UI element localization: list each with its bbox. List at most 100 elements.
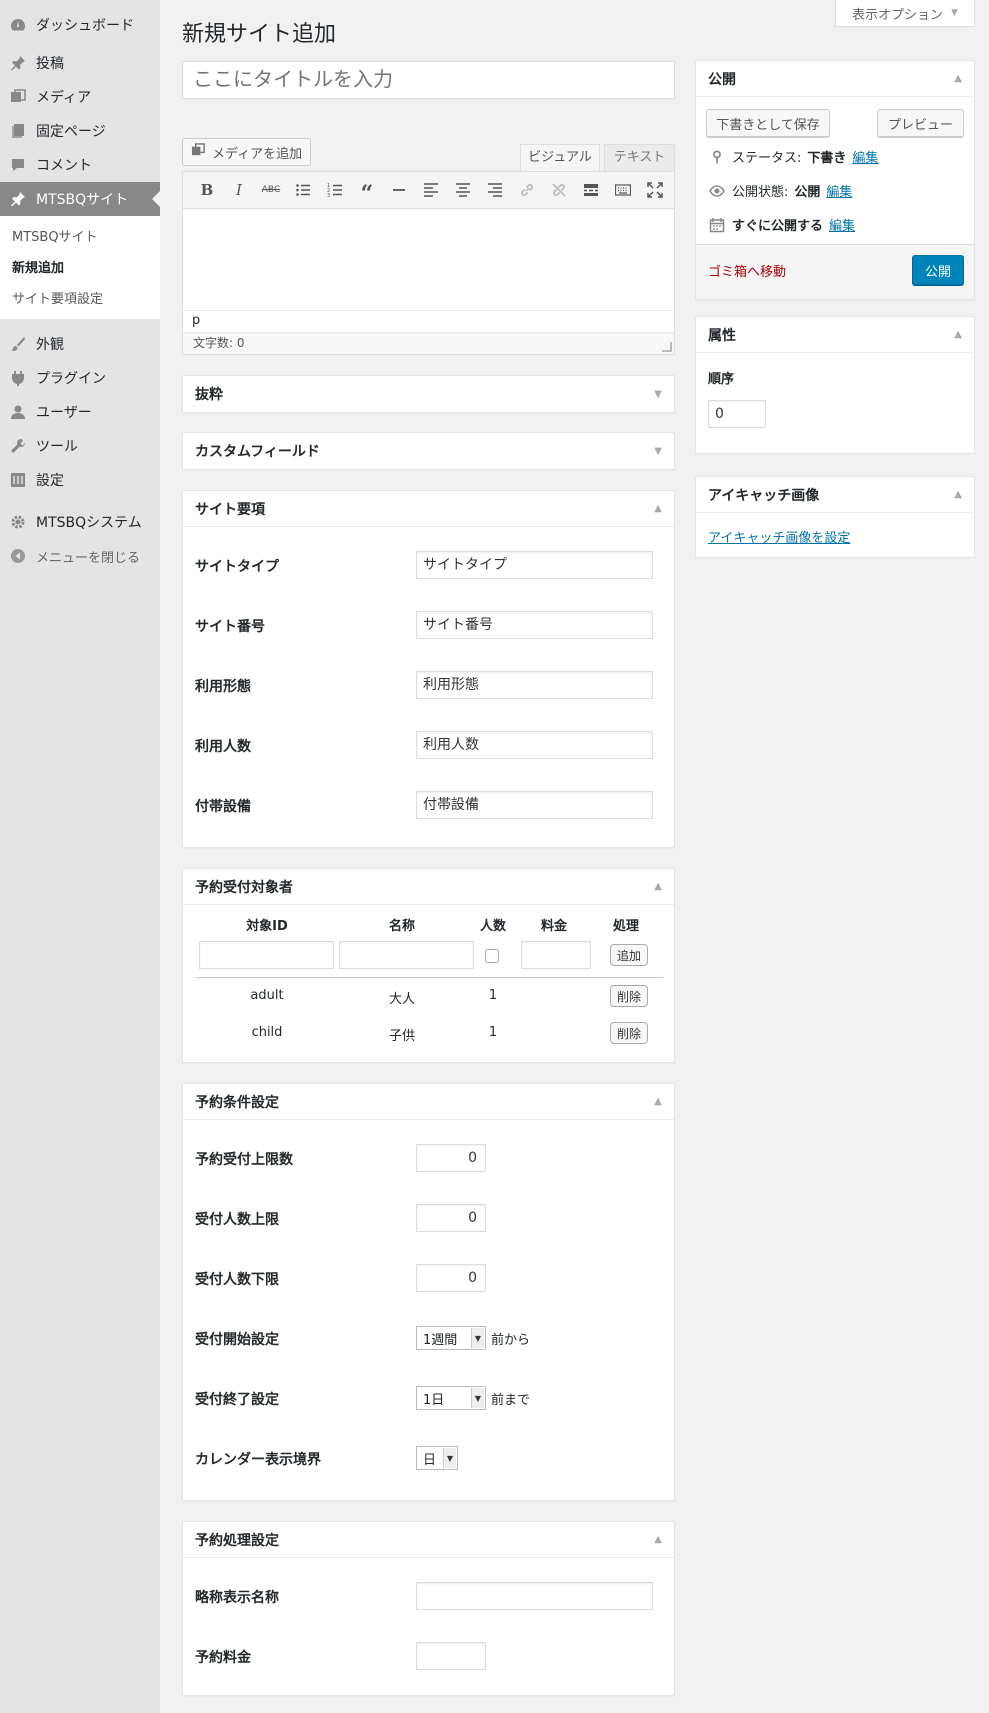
- caret-up-icon[interactable]: ▲: [654, 1534, 662, 1545]
- reservation-processing-header[interactable]: 予約処理設定 ▲: [183, 1522, 674, 1558]
- resize-handle-icon[interactable]: [662, 342, 672, 352]
- menu-item-posts[interactable]: 投稿: [0, 46, 160, 80]
- new-target-id-input[interactable]: [199, 941, 334, 969]
- collapse-menu-button[interactable]: メニューを閉じる: [0, 539, 160, 573]
- caret-up-icon[interactable]: ▲: [654, 881, 662, 892]
- bullet-list-icon[interactable]: [287, 175, 319, 205]
- user-count-input[interactable]: 利用人数: [416, 731, 653, 759]
- site-number-input[interactable]: サイト番号: [416, 611, 653, 639]
- add-target-button[interactable]: 追加: [610, 944, 648, 966]
- numbered-list-icon[interactable]: 123: [319, 175, 351, 205]
- delete-target-button[interactable]: 削除: [610, 1022, 648, 1044]
- strikethrough-icon[interactable]: ABC: [255, 175, 287, 205]
- menu-item-appearance[interactable]: 外観: [0, 327, 160, 361]
- set-featured-image-link[interactable]: アイキャッチ画像を設定: [708, 527, 850, 546]
- edit-visibility-link[interactable]: 編集: [826, 181, 852, 200]
- menu-item-pages[interactable]: 固定ページ: [0, 114, 160, 148]
- new-target-name-input[interactable]: [339, 941, 474, 969]
- caret-up-icon[interactable]: ▲: [654, 1096, 662, 1107]
- reservation-fee-input[interactable]: [416, 1642, 486, 1670]
- align-center-icon[interactable]: [447, 175, 479, 205]
- caret-up-icon[interactable]: ▲: [954, 329, 962, 340]
- menu-item-plugins[interactable]: プラグイン: [0, 361, 160, 395]
- collapse-icon: [8, 546, 28, 566]
- end-period-select[interactable]: 1日 ▼: [416, 1386, 486, 1410]
- align-right-icon[interactable]: [479, 175, 511, 205]
- caret-up-icon[interactable]: ▲: [954, 73, 962, 84]
- submenu-item-add-new[interactable]: 新規追加: [0, 251, 160, 282]
- menu-item-tools[interactable]: ツール: [0, 429, 160, 463]
- screen-options-label: 表示オプション: [852, 7, 944, 23]
- submenu-item-all[interactable]: MTSBQサイト: [0, 220, 160, 251]
- tab-visual[interactable]: ビジュアル: [520, 144, 600, 171]
- bold-icon[interactable]: B: [191, 175, 223, 205]
- reservation-conditions-header[interactable]: 予約条件設定 ▲: [183, 1084, 674, 1120]
- submenu-item-site-settings[interactable]: サイト要項設定: [0, 282, 160, 313]
- align-left-icon[interactable]: [415, 175, 447, 205]
- facilities-input[interactable]: 付帯設備: [416, 791, 653, 819]
- italic-icon[interactable]: I: [223, 175, 255, 205]
- keyboard-icon[interactable]: [607, 175, 639, 205]
- min-people-input[interactable]: 0: [416, 1264, 486, 1292]
- wrench-icon: [8, 436, 28, 456]
- tab-text[interactable]: テキスト: [604, 144, 675, 171]
- new-target-fee-input[interactable]: [521, 941, 591, 969]
- settings-icon: [8, 470, 28, 490]
- menu-label: 設定: [36, 473, 64, 489]
- read-more-icon[interactable]: [575, 175, 607, 205]
- attributes-title: 属性: [708, 327, 736, 344]
- preview-button[interactable]: プレビュー: [877, 109, 964, 137]
- pin-icon: [8, 189, 28, 209]
- excerpt-header[interactable]: 抜粋 ▼: [183, 376, 674, 412]
- order-label: 順序: [708, 372, 735, 387]
- edit-schedule-link[interactable]: 編集: [829, 215, 855, 234]
- move-to-trash-link[interactable]: ゴミ箱へ移動: [708, 261, 786, 280]
- usage-type-input[interactable]: 利用形態: [416, 671, 653, 699]
- user-icon: [8, 402, 28, 422]
- edit-status-link[interactable]: 編集: [852, 147, 878, 166]
- target-count-cell: 1: [488, 988, 498, 1003]
- max-reservations-input[interactable]: 0: [416, 1144, 486, 1172]
- short-name-input[interactable]: [416, 1582, 653, 1610]
- end-suffix: 前まで: [491, 1393, 531, 1408]
- order-input[interactable]: 0: [708, 400, 766, 428]
- custom-fields-header[interactable]: カスタムフィールド ▼: [183, 433, 674, 469]
- reservation-targets-header[interactable]: 予約受付対象者 ▲: [183, 869, 674, 905]
- publish-button[interactable]: 公開: [912, 255, 964, 285]
- caret-up-icon[interactable]: ▲: [654, 503, 662, 514]
- horizontal-line-icon[interactable]: [383, 175, 415, 205]
- blockquote-icon[interactable]: “: [351, 175, 383, 207]
- unlink-icon[interactable]: [543, 175, 575, 205]
- caret-down-icon[interactable]: ▼: [654, 446, 662, 457]
- menu-item-settings[interactable]: 設定: [0, 463, 160, 497]
- menu-item-mtsbq-system[interactable]: MTSBQシステム: [0, 505, 160, 539]
- menu-item-dashboard[interactable]: ダッシュボード: [0, 8, 160, 42]
- featured-image-header[interactable]: アイキャッチ画像 ▲: [696, 477, 974, 513]
- caret-up-icon[interactable]: ▲: [954, 489, 962, 500]
- menu-item-mtsbq-site[interactable]: MTSBQサイト: [0, 182, 160, 216]
- delete-target-button[interactable]: 削除: [610, 985, 648, 1007]
- site-details-header[interactable]: サイト要項 ▲: [183, 491, 674, 527]
- calendar-boundary-select[interactable]: 日 ▼: [416, 1446, 458, 1470]
- menu-item-media[interactable]: メディア: [0, 80, 160, 114]
- pin-icon: [708, 148, 726, 166]
- link-icon[interactable]: [511, 175, 543, 205]
- publish-header[interactable]: 公開 ▲: [696, 61, 974, 97]
- site-type-input[interactable]: サイトタイプ: [416, 551, 653, 579]
- max-people-input[interactable]: 0: [416, 1204, 486, 1232]
- editor-content-area[interactable]: [183, 209, 674, 310]
- new-target-count-checkbox[interactable]: [485, 949, 499, 963]
- attributes-header[interactable]: 属性 ▲: [696, 317, 974, 353]
- caret-down-icon[interactable]: ▼: [654, 389, 662, 400]
- save-draft-button[interactable]: 下書きとして保存: [706, 109, 830, 137]
- menu-label: MTSBQシステム: [36, 515, 142, 531]
- field-label: 受付人数上限: [195, 1212, 279, 1228]
- add-media-button[interactable]: メディアを追加: [182, 138, 312, 166]
- menu-label: プラグイン: [36, 371, 106, 387]
- post-title-input[interactable]: [182, 61, 675, 99]
- fullscreen-icon[interactable]: [639, 175, 671, 205]
- screen-options-button[interactable]: 表示オプション ▼: [835, 0, 975, 27]
- start-period-select[interactable]: 1週間 ▼: [416, 1326, 486, 1350]
- menu-item-users[interactable]: ユーザー: [0, 395, 160, 429]
- menu-item-comments[interactable]: コメント: [0, 148, 160, 182]
